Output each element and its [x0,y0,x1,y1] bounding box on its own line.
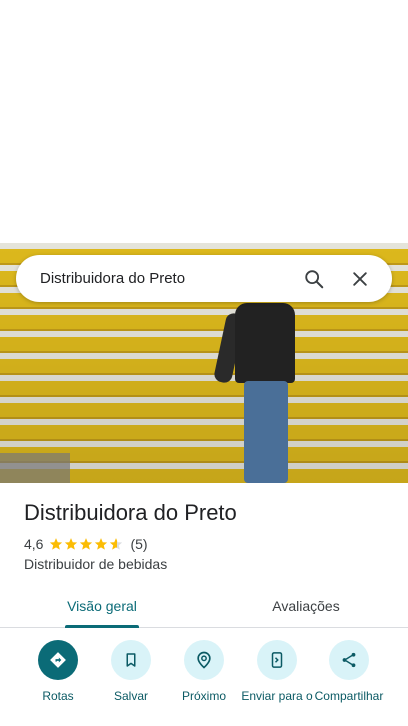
star-half-icon [110,538,123,550]
nearby-icon [184,640,224,680]
action-label: Próximo [181,689,226,703]
action-label: Rotas [42,689,74,703]
tab-label: Visão geral [67,597,137,614]
place-tabs: Visão geral Avaliações [0,584,408,628]
search-query-text[interactable]: Distribuidora do Preto [40,270,284,287]
star-icon [65,538,78,550]
review-count[interactable]: (5) [130,536,147,552]
place-title: Distribuidora do Preto [24,500,237,525]
star-icon [50,538,63,550]
send-to-phone-button[interactable]: Enviar para o [237,640,317,703]
star-icon [95,538,108,550]
directions-button[interactable]: Rotas [18,640,98,703]
directions-icon [38,640,78,680]
rating-row[interactable]: 4,6 (5) [24,536,148,552]
rating-value: 4,6 [24,536,44,552]
action-buttons: Rotas Salvar Próximo Enviar para o Compa… [0,640,408,726]
share-icon [329,640,369,680]
close-icon[interactable] [344,263,376,295]
star-rating [49,537,124,551]
tab-overview[interactable]: Visão geral [0,584,204,628]
photo-person [212,283,300,483]
action-label: Compartilhar [314,689,384,703]
share-button[interactable]: Compartilhar [309,640,389,703]
map-area-blank [0,0,408,243]
action-label: Enviar para o [241,689,313,703]
tab-reviews[interactable]: Avaliações [204,584,408,627]
search-bar[interactable]: Distribuidora do Preto [16,255,392,302]
nearby-button[interactable]: Próximo [164,640,244,703]
send-to-phone-icon [257,640,297,680]
tab-label: Avaliações [272,597,340,614]
bookmark-icon [111,640,151,680]
star-icon [80,538,93,550]
photo-floor [0,453,70,483]
active-tab-indicator [65,625,139,628]
action-label: Salvar [113,689,148,703]
search-icon[interactable] [298,263,330,295]
place-category: Distribuidor de bebidas [24,556,168,572]
save-button[interactable]: Salvar [91,640,171,703]
